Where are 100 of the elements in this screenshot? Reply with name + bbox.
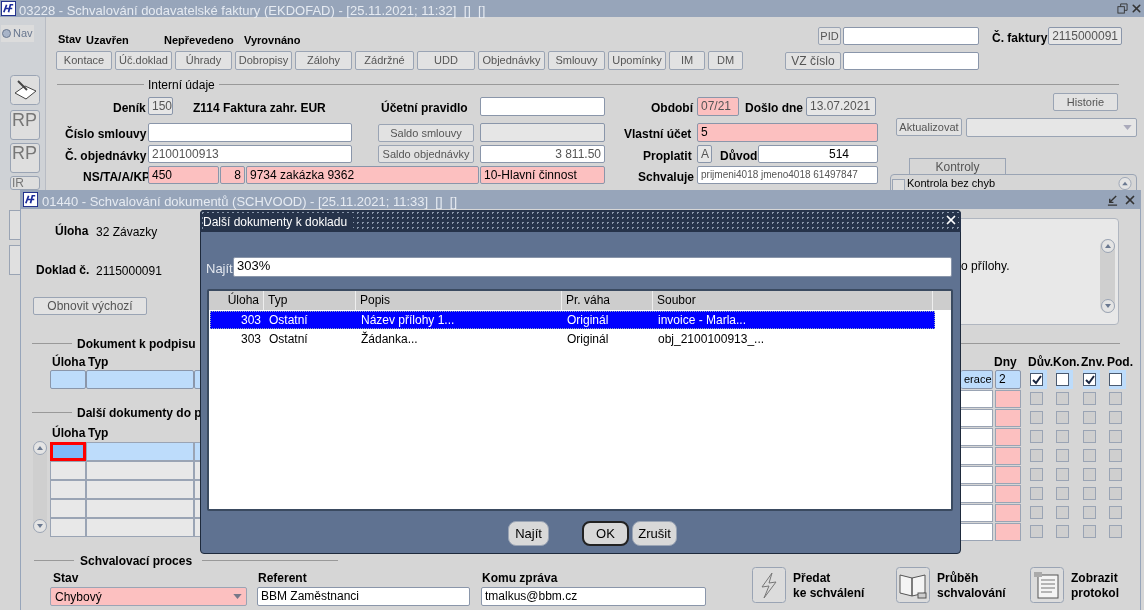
text-field[interactable]: 450 [148,166,219,184]
text-field[interactable]: 514 [758,145,878,163]
checkbox[interactable] [1109,506,1122,519]
scroll-up-icon[interactable] [1100,239,1115,253]
chevron-down-icon[interactable] [1123,125,1132,130]
state-dropdown[interactable]: Chybový [50,587,247,606]
table-cell[interactable] [86,442,194,461]
checkbox[interactable] [1109,468,1122,481]
table-cell[interactable] [995,523,1021,541]
form-button[interactable]: Zádržné [355,51,414,70]
table-cell[interactable] [86,518,194,537]
dropdown[interactable] [966,118,1137,137]
table-cell[interactable] [995,466,1021,484]
checkbox[interactable] [1030,506,1043,519]
table-cell[interactable] [961,390,993,408]
form-button[interactable]: Aktualizovat [896,118,962,136]
text-field[interactable]: 07/21 [697,97,739,116]
checkbox[interactable] [1056,449,1069,462]
checkbox[interactable] [1056,525,1069,538]
checkbox[interactable] [1056,373,1069,386]
checkbox[interactable] [1109,373,1122,386]
text-field[interactable]: 150 [148,97,173,115]
table-cell[interactable] [995,504,1021,522]
table-cell[interactable] [50,480,86,499]
form-button[interactable]: VZ číslo [785,52,841,70]
checkbox[interactable] [1030,449,1043,462]
minimize-icon[interactable] [1107,195,1118,206]
column-header[interactable]: Soubor [653,291,933,310]
form-button[interactable]: Saldo objednávky [378,145,474,163]
text-field[interactable]: 2100100913 [148,145,352,163]
checkbox[interactable] [1109,411,1122,424]
vz-field[interactable] [843,52,979,70]
form-button[interactable]: Smlouvy [548,51,605,70]
table-cell[interactable] [86,480,194,499]
text-field[interactable]: 9734 zakázka 9362 [246,166,479,184]
form-button[interactable]: IM [669,51,705,70]
column-header[interactable]: Popis [356,291,562,310]
text-field[interactable]: prijmeni4018 jmeno4018 61497847 [697,166,878,184]
checkbox[interactable] [1083,506,1096,519]
report-tool-button[interactable]: IR [10,176,40,190]
chevron-down-icon[interactable] [233,594,242,599]
form-button[interactable]: Obnovit výchozí [33,297,147,315]
table-cell[interactable] [50,518,86,537]
table-cell[interactable] [50,442,86,461]
text-field[interactable]: A [697,145,712,163]
dialog-button[interactable]: Najít [508,521,549,546]
column-header[interactable]: Pr. váha [562,291,653,310]
checkbox[interactable] [1030,430,1043,443]
table-cell[interactable] [961,447,993,465]
close-icon[interactable] [1123,193,1137,207]
column-header[interactable]: Úloha [210,291,264,310]
text-field[interactable]: 5 [697,123,878,142]
table-cell[interactable] [961,504,993,522]
checkbox[interactable] [1056,392,1069,405]
scroll-up-icon[interactable] [1118,177,1132,190]
tool-icon[interactable] [9,245,20,275]
table-cell[interactable] [86,461,194,480]
search-field[interactable]: 303% [233,257,952,277]
table-cell[interactable] [961,409,993,427]
form-button[interactable]: Úč.doklad [115,51,172,70]
table-cell[interactable]: erace [961,370,993,389]
checkbox[interactable] [1030,411,1043,424]
table-cell[interactable] [86,499,194,518]
table-cell[interactable] [961,466,993,484]
scrollbar[interactable] [1100,239,1115,313]
checkbox[interactable] [1056,487,1069,500]
scroll-down-icon[interactable] [1100,299,1115,313]
checkbox[interactable] [1109,449,1122,462]
text-field[interactable] [480,123,605,142]
dialog-button[interactable]: Zrušit [632,521,677,546]
checkbox[interactable] [1083,392,1096,405]
checkbox[interactable] [1083,411,1096,424]
scrollbar[interactable] [33,441,47,533]
checkbox[interactable] [1030,392,1043,405]
checkbox[interactable] [1083,373,1096,386]
text-field[interactable]: 10-Hlavní činnost [480,166,605,184]
form-button[interactable]: Historie [1053,93,1118,111]
text-field[interactable] [148,123,352,142]
table-cell[interactable] [50,461,86,480]
table-cell[interactable] [995,409,1021,427]
checkbox[interactable] [1083,487,1096,500]
table-cell[interactable] [50,370,86,389]
form-button[interactable]: UDD [417,51,475,70]
checkbox[interactable] [1056,411,1069,424]
checkbox[interactable] [1030,468,1043,481]
scroll-down-icon[interactable] [33,519,47,533]
table-cell[interactable] [961,523,993,541]
form-button[interactable]: PID [818,27,841,45]
table-cell[interactable] [50,499,86,518]
checkbox[interactable] [1083,430,1096,443]
dialog-button[interactable]: OK [582,521,629,546]
checkbox[interactable] [1109,525,1122,538]
text-field[interactable] [480,97,605,116]
form-button[interactable]: Saldo smlouvy [378,124,474,142]
signing-icon[interactable] [10,75,40,105]
nav-radio[interactable]: Nav [1,25,34,42]
table-cell[interactable] [86,370,194,389]
form-button[interactable]: DM [708,51,743,70]
form-button[interactable]: Dobropisy [235,51,292,70]
text-field[interactable]: tmalkus@bbm.cz [481,587,706,606]
